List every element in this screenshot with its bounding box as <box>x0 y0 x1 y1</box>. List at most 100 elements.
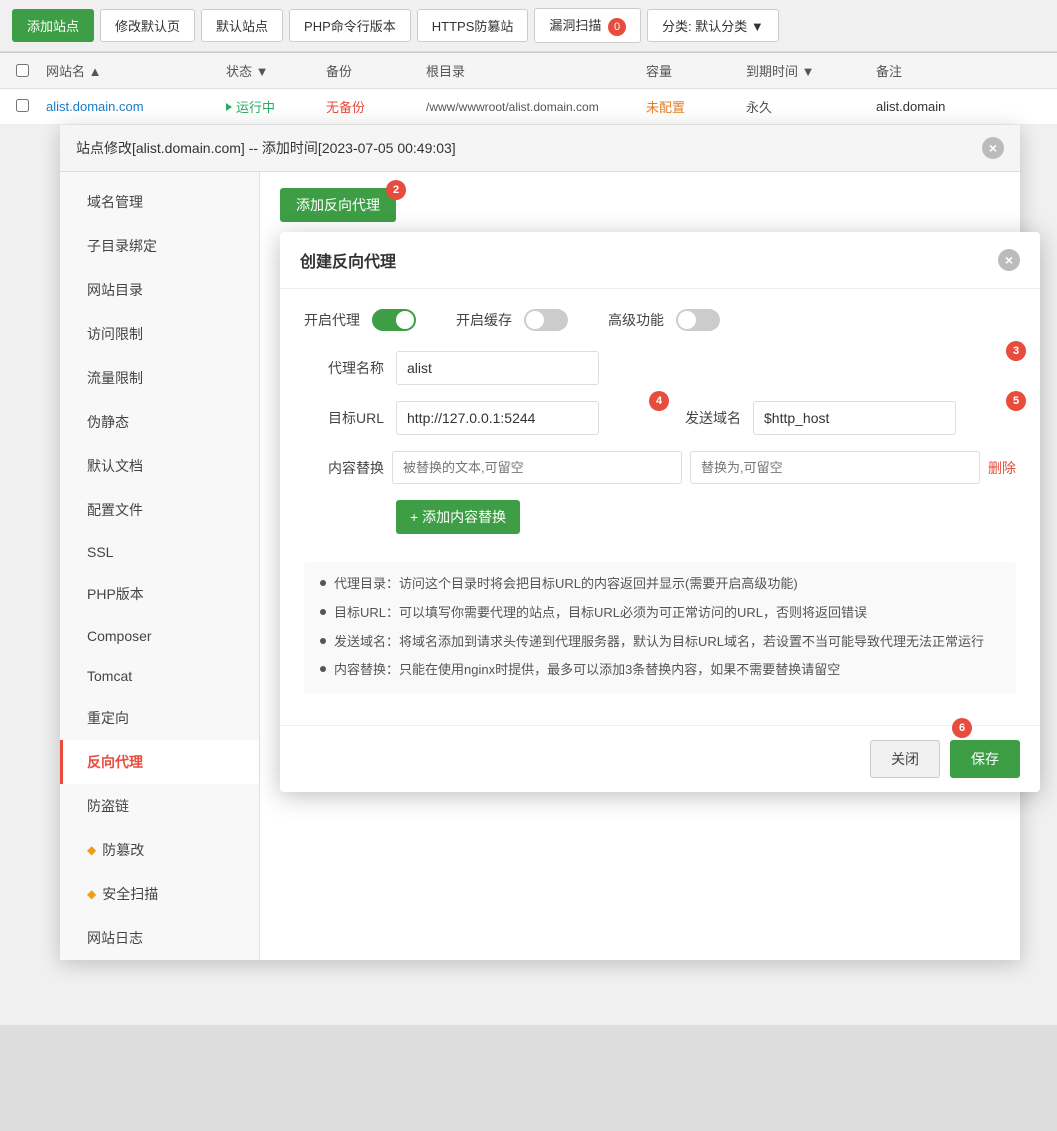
vuln-scan-button[interactable]: 漏洞扫描 0 <box>534 8 641 43</box>
site-modify-close-button[interactable]: × <box>982 137 1004 159</box>
sidebar-item-tomcat[interactable]: Tomcat <box>60 656 259 696</box>
enable-proxy-knob <box>396 311 414 329</box>
modal-footer: 6 关闭 保存 <box>280 725 1040 792</box>
category-label: 分类: 默认分类 <box>662 19 747 34</box>
top-toolbar: 添加站点 修改默认页 默认站点 PHP命令行版本 HTTPS防篡站 漏洞扫描 0… <box>0 0 1057 53</box>
help-item-2: 目标URL：可以填写你需要代理的站点，目标URL必须为可正常访问的URL，否则将… <box>320 603 1000 624</box>
step-4-badge: 4 <box>649 391 669 411</box>
enable-proxy-toggle[interactable] <box>372 309 416 331</box>
sidebar-item-access-limit[interactable]: 访问限制 <box>60 312 259 356</box>
step-5-badge: 5 <box>1006 391 1026 411</box>
enable-cache-toggle[interactable] <box>524 309 568 331</box>
advanced-toggle[interactable] <box>676 309 720 331</box>
col-name[interactable]: 网站名 ▲ <box>46 61 226 80</box>
site-status: 运行中 <box>226 97 326 116</box>
table-row: alist.domain.com 运行中 无备份 /www/wwwroot/al… <box>0 89 1057 125</box>
send-domain-input-wrapper: 5 <box>753 401 1016 435</box>
modal-close-btn[interactable]: 关闭 <box>870 740 940 778</box>
modal-header: 创建反向代理 × <box>280 232 1040 289</box>
sidebar-item-subdir[interactable]: 子目录绑定 <box>60 224 259 268</box>
step-6-badge: 6 <box>952 718 972 738</box>
close-icon: × <box>989 140 997 156</box>
sidebar-item-default-doc[interactable]: 默认文档 <box>60 444 259 488</box>
enable-cache-label: 开启缓存 <box>456 310 512 330</box>
sidebar-item-redirect[interactable]: 重定向 <box>60 696 259 740</box>
sidebar-item-ssl[interactable]: SSL <box>60 532 259 572</box>
content-replace-delete-button[interactable]: 删除 <box>988 458 1016 478</box>
sidebar-item-php-version[interactable]: PHP版本 <box>60 572 259 616</box>
php-cmd-version-button[interactable]: PHP命令行版本 <box>289 9 411 42</box>
row-checkbox[interactable] <box>16 99 29 112</box>
add-content-replace-button[interactable]: + 添加内容替换 <box>396 500 520 534</box>
sidebar-item-composer[interactable]: Composer <box>60 616 259 656</box>
content-replace-row: 内容替换 删除 <box>304 451 1016 484</box>
sidebar-item-site-log[interactable]: 网站日志 <box>60 916 259 960</box>
advanced-knob <box>678 311 696 329</box>
site-table-header: 网站名 ▲ 状态 ▼ 备份 根目录 容量 到期时间 ▼ 备注 <box>0 53 1057 89</box>
content-replace-target-input[interactable] <box>690 451 980 484</box>
sidebar-item-config-file[interactable]: 配置文件 <box>60 488 259 532</box>
sidebar-item-domain[interactable]: 域名管理 <box>60 180 259 224</box>
site-capacity: 未配置 <box>646 97 746 116</box>
site-modify-header: 站点修改[alist.domain.com] -- 添加时间[2023-07-0… <box>60 125 1020 172</box>
security-scan-label: 安全扫描 <box>102 884 158 904</box>
enable-proxy-label: 开启代理 <box>304 310 360 330</box>
col-expire[interactable]: 到期时间 ▼ <box>746 61 876 80</box>
advanced-label: 高级功能 <box>608 310 664 330</box>
category-dropdown-icon: ▼ <box>751 19 764 34</box>
modal-close-button[interactable]: × <box>998 249 1020 271</box>
target-url-input[interactable] <box>396 401 599 435</box>
col-note: 备注 <box>876 61 1041 80</box>
proxy-name-input[interactable] <box>396 351 599 385</box>
col-status[interactable]: 状态 ▼ <box>226 61 326 80</box>
site-note: alist.domain <box>876 99 1041 114</box>
site-modify-panel: 站点修改[alist.domain.com] -- 添加时间[2023-07-0… <box>60 125 1020 960</box>
diamond-icon-security-scan: ◆ <box>87 887 96 901</box>
page-background: 添加站点 修改默认页 默认站点 PHP命令行版本 HTTPS防篡站 漏洞扫描 0… <box>0 0 1057 1131</box>
anti-tamper-label: 防篡改 <box>102 840 144 860</box>
modal-save-btn[interactable]: 保存 <box>950 740 1020 778</box>
site-modify-title: 站点修改[alist.domain.com] -- 添加时间[2023-07-0… <box>76 138 456 158</box>
help-text-2: 目标URL：可以填写你需要代理的站点，目标URL必须为可正常访问的URL，否则将… <box>334 603 867 624</box>
side-nav: 域名管理 子目录绑定 网站目录 访问限制 流量限制 伪静态 默认文档 配置文件 … <box>60 172 260 960</box>
help-text-area: 代理目录：访问这个目录时将会把目标URL的内容返回并显示(需要开启高级功能) 目… <box>304 562 1016 693</box>
add-proxy-label: 添加反向代理 <box>296 195 380 215</box>
diamond-icon-anti-tamper: ◆ <box>87 843 96 857</box>
add-site-button[interactable]: 添加站点 <box>12 9 94 42</box>
modify-default-page-button[interactable]: 修改默认页 <box>100 9 195 42</box>
sidebar-item-traffic-limit[interactable]: 流量限制 <box>60 356 259 400</box>
send-domain-input[interactable] <box>753 401 956 435</box>
target-url-input-wrapper: 4 <box>396 401 659 435</box>
select-all-checkbox[interactable] <box>16 64 29 77</box>
site-name[interactable]: alist.domain.com <box>46 99 226 114</box>
default-site-button[interactable]: 默认站点 <box>201 9 283 42</box>
enable-cache-toggle-item: 开启缓存 <box>456 309 568 331</box>
https-protection-button[interactable]: HTTPS防篡站 <box>417 9 529 42</box>
vuln-scan-badge: 0 <box>608 18 626 36</box>
sidebar-item-anti-tamper[interactable]: ◆ 防篡改 <box>60 828 259 872</box>
help-text-3: 发送域名：将域名添加到请求头传递到代理服务器，默认为目标URL域名，若设置不当可… <box>334 632 984 653</box>
proxy-name-row: 代理名称 3 <box>304 351 1016 385</box>
sidebar-item-reverse-proxy[interactable]: 反向代理 <box>60 740 259 784</box>
sidebar-item-security-scan[interactable]: ◆ 安全扫描 <box>60 872 259 916</box>
toggle-row: 开启代理 开启缓存 <box>304 309 1016 331</box>
sidebar-item-website-dir[interactable]: 网站目录 <box>60 268 259 312</box>
add-reverse-proxy-button[interactable]: 添加反向代理 2 <box>280 188 396 222</box>
help-item-3: 发送域名：将域名添加到请求头传递到代理服务器，默认为目标URL域名，若设置不当可… <box>320 632 1000 653</box>
content-replace-source-input[interactable] <box>392 451 682 484</box>
sidebar-item-hotlink-protection[interactable]: 防盗链 <box>60 784 259 828</box>
enable-cache-knob <box>526 311 544 329</box>
category-button[interactable]: 分类: 默认分类 ▼ <box>647 9 779 42</box>
modal-title: 创建反向代理 <box>300 248 396 272</box>
step-3-badge: 3 <box>1006 341 1026 361</box>
col-root: 根目录 <box>426 61 646 80</box>
backup-status: 无备份 <box>326 97 426 116</box>
proxy-name-input-wrapper: 3 <box>396 351 1016 385</box>
advanced-toggle-item: 高级功能 <box>608 309 720 331</box>
content-area: 添加反向代理 2 名称 代理目录 目标url 缓存 状态 操作 <box>260 172 1020 960</box>
col-capacity: 容量 <box>646 61 746 80</box>
sidebar-item-pseudo-static[interactable]: 伪静态 <box>60 400 259 444</box>
target-url-row: 目标URL 4 发送域名 5 <box>304 401 1016 435</box>
send-domain-label: 发送域名 <box>671 408 741 428</box>
bullet-4 <box>320 666 326 672</box>
